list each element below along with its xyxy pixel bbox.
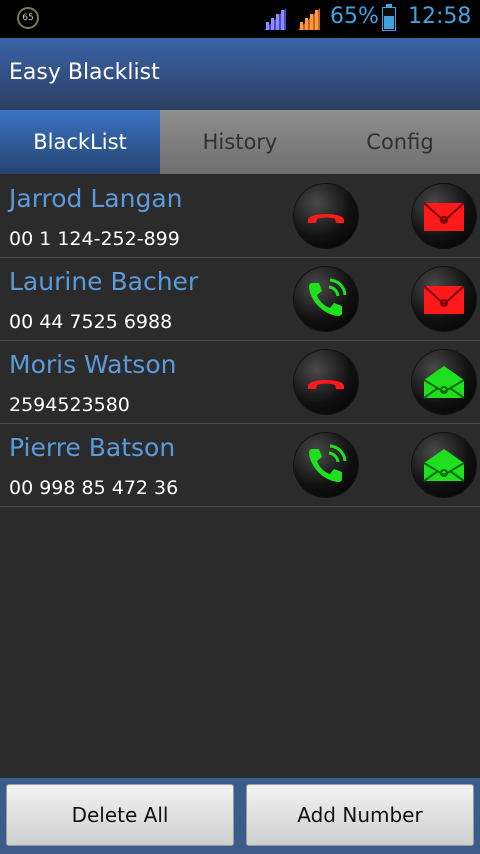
green-envelope-open-icon	[423, 449, 465, 482]
battery-level	[384, 16, 394, 29]
tab-config[interactable]: Config	[320, 110, 480, 174]
contact-number: 00 1 124-252-899	[9, 228, 180, 250]
tab-history[interactable]: History	[160, 110, 320, 174]
contact-name: Laurine Bacher	[9, 267, 199, 296]
list-item[interactable]: Laurine Bacher 00 44 7525 6988	[0, 258, 480, 341]
contact-name: Jarrod Langan	[9, 184, 183, 213]
red-envelope-closed-icon	[423, 202, 465, 231]
contact-name: Moris Watson	[9, 350, 177, 379]
bottom-action-bar: Delete All Add Number	[0, 778, 480, 854]
sms-block-toggle[interactable]	[412, 184, 476, 248]
call-block-toggle[interactable]	[294, 433, 358, 497]
tab-bar: BlackList History Config	[0, 110, 480, 174]
status-bar: 65 65% 12:58	[0, 0, 480, 38]
green-phone-ringing-icon	[309, 444, 347, 482]
delete-all-button[interactable]: Delete All	[6, 784, 234, 846]
green-phone-ringing-icon	[309, 278, 347, 316]
call-block-toggle[interactable]	[294, 184, 358, 248]
contact-number: 2594523580	[9, 394, 130, 416]
signal-strength-icon-1	[264, 8, 286, 30]
sms-block-toggle[interactable]	[412, 433, 476, 497]
battery-percent: 65%	[330, 4, 379, 29]
call-block-toggle[interactable]	[294, 350, 358, 414]
red-envelope-closed-icon	[423, 285, 465, 314]
red-phone-hangup-icon	[308, 214, 344, 223]
sms-block-toggle[interactable]	[412, 267, 476, 331]
app-title-bar: Easy Blacklist	[0, 38, 480, 110]
list-item[interactable]: Pierre Batson 00 998 85 472 36	[0, 424, 480, 507]
contact-number: 00 998 85 472 36	[9, 477, 179, 499]
green-envelope-open-icon	[423, 366, 465, 399]
tab-blacklist[interactable]: BlackList	[0, 110, 160, 174]
list-item[interactable]: Moris Watson 2594523580	[0, 341, 480, 424]
call-block-toggle[interactable]	[294, 267, 358, 331]
add-number-button[interactable]: Add Number	[246, 784, 474, 846]
app-title: Easy Blacklist	[9, 60, 160, 85]
sms-block-toggle[interactable]	[412, 350, 476, 414]
clock: 12:58	[408, 4, 472, 29]
signal-strength-icon-2	[298, 8, 320, 30]
notification-badge-icon: 65	[17, 7, 39, 29]
contact-number: 00 44 7525 6988	[9, 311, 173, 333]
battery-icon	[382, 4, 396, 31]
red-phone-hangup-icon	[308, 380, 344, 389]
blacklist-list: Jarrod Langan 00 1 124-252-899 Laurine B…	[0, 175, 480, 507]
contact-name: Pierre Batson	[9, 433, 176, 462]
list-item[interactable]: Jarrod Langan 00 1 124-252-899	[0, 175, 480, 258]
